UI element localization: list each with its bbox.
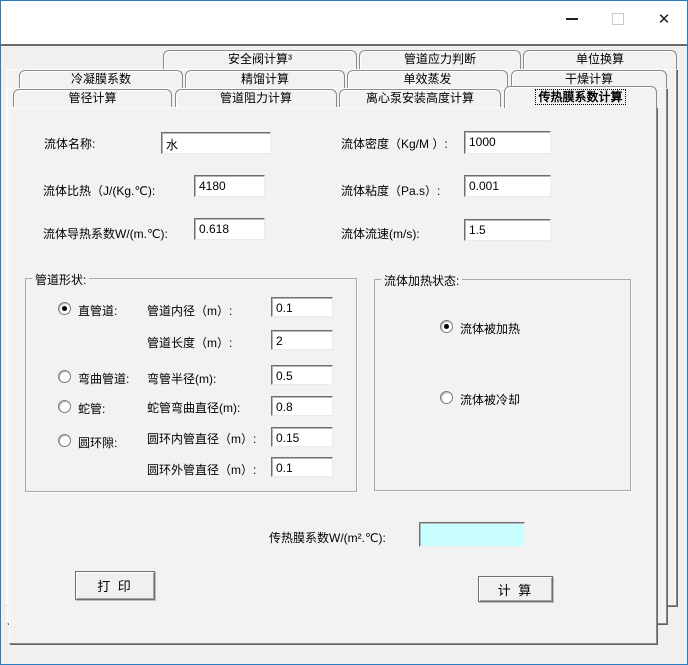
straight-pipe-radio[interactable] bbox=[58, 302, 71, 315]
fluid-density-input[interactable]: 1000 bbox=[464, 131, 551, 154]
title-bar: ✕ bbox=[1, 1, 687, 44]
specific-heat-input[interactable]: 4180 bbox=[194, 175, 265, 197]
close-button[interactable]: ✕ bbox=[649, 5, 679, 33]
fluid-cooled-label: 流体被冷却 bbox=[460, 393, 521, 407]
tab-pump-height[interactable]: 离心泵安装高度计算 bbox=[339, 89, 501, 107]
radio-dot bbox=[444, 324, 449, 329]
fluid-name-input[interactable]: 水 bbox=[161, 132, 271, 154]
fluid-density-label: 流体密度（Kg/M ）: bbox=[341, 137, 448, 151]
tab-pipe-diameter[interactable]: 管径计算 bbox=[13, 89, 172, 107]
result-label: 传热膜系数W/(m².℃): bbox=[269, 531, 386, 545]
bend-radius-input[interactable]: 0.5 bbox=[271, 365, 333, 385]
conductivity-input[interactable]: 0.618 bbox=[194, 218, 265, 240]
coil-pipe-radio[interactable] bbox=[58, 400, 71, 413]
print-button[interactable]: 打 印 bbox=[75, 571, 155, 600]
tab-safety-valve[interactable]: 安全阀计算³ bbox=[163, 50, 357, 69]
tab-heat-transfer-film[interactable]: 传热膜系数计算 bbox=[504, 86, 657, 108]
maximize-button[interactable] bbox=[603, 5, 633, 33]
bend-radius-label: 弯管半径(m): bbox=[147, 372, 217, 386]
velocity-label: 流体流速(m/s): bbox=[341, 227, 420, 241]
straight-pipe-label: 直管道: bbox=[78, 304, 118, 318]
tab-condensation-film[interactable]: 冷凝膜系数 bbox=[19, 70, 183, 88]
titlebar-separator bbox=[1, 44, 687, 46]
radio-dot bbox=[62, 306, 67, 311]
annulus-inner-label: 圆环内管直径（m）: bbox=[147, 432, 257, 446]
tab-single-evaporation[interactable]: 单效蒸发 bbox=[347, 70, 508, 88]
tab-pipe-resistance[interactable]: 管道阻力计算 bbox=[175, 89, 337, 107]
annulus-inner-input[interactable]: 0.15 bbox=[271, 427, 333, 447]
close-icon: ✕ bbox=[657, 10, 671, 28]
maximize-icon bbox=[612, 13, 624, 25]
pipe-shape-group-label: 管道形状: bbox=[32, 271, 90, 288]
velocity-input[interactable]: 1.5 bbox=[464, 219, 551, 241]
coil-pipe-label: 蛇管: bbox=[78, 402, 106, 416]
result-output-field[interactable] bbox=[419, 522, 525, 547]
viscosity-input[interactable]: 0.001 bbox=[464, 175, 551, 197]
coil-diameter-label: 蛇管弯曲直径(m): bbox=[147, 401, 241, 415]
minimize-icon bbox=[566, 18, 578, 20]
tab-unit-conversion[interactable]: 单位换算 bbox=[523, 50, 677, 69]
inner-diameter-label: 管道内径（m）: bbox=[147, 304, 233, 318]
fluid-cooled-radio[interactable] bbox=[440, 391, 453, 404]
tab-pipe-stress[interactable]: 管道应力判断 bbox=[359, 50, 521, 69]
fluid-heated-radio[interactable] bbox=[440, 320, 453, 333]
app-window: ✕ 安全阀计算³ 管道应力判断 单位换算 冷凝膜系数 精馏计算 单效蒸发 干燥计… bbox=[0, 0, 688, 665]
heating-state-group-label: 流体加热状态: bbox=[381, 272, 463, 289]
annulus-outer-input[interactable]: 0.1 bbox=[271, 457, 333, 477]
fluid-heated-label: 流体被加热 bbox=[460, 322, 521, 336]
pipe-length-label: 管道长度（m）: bbox=[147, 336, 233, 350]
annulus-radio[interactable] bbox=[58, 434, 71, 447]
inner-diameter-input[interactable]: 0.1 bbox=[271, 297, 333, 317]
fluid-name-label: 流体名称: bbox=[44, 137, 96, 151]
conductivity-label: 流体导热系数W/(m.℃): bbox=[43, 227, 168, 241]
annulus-label: 圆环隙: bbox=[78, 436, 118, 450]
coil-diameter-input[interactable]: 0.8 bbox=[271, 396, 333, 416]
curved-pipe-radio[interactable] bbox=[58, 370, 71, 383]
minimize-button[interactable] bbox=[557, 5, 587, 33]
calculate-button[interactable]: 计 算 bbox=[478, 576, 553, 602]
viscosity-label: 流体粘度（Pa.s）: bbox=[341, 184, 441, 198]
curved-pipe-label: 弯曲管道: bbox=[78, 372, 130, 386]
specific-heat-label: 流体比热（J/(Kg.℃): bbox=[43, 184, 156, 198]
heating-state-group: 流体加热状态: bbox=[374, 272, 631, 491]
tab-distillation[interactable]: 精馏计算 bbox=[185, 70, 345, 88]
annulus-outer-label: 圆环外管直径（m）: bbox=[147, 463, 257, 477]
pipe-length-input[interactable]: 2 bbox=[271, 330, 333, 350]
